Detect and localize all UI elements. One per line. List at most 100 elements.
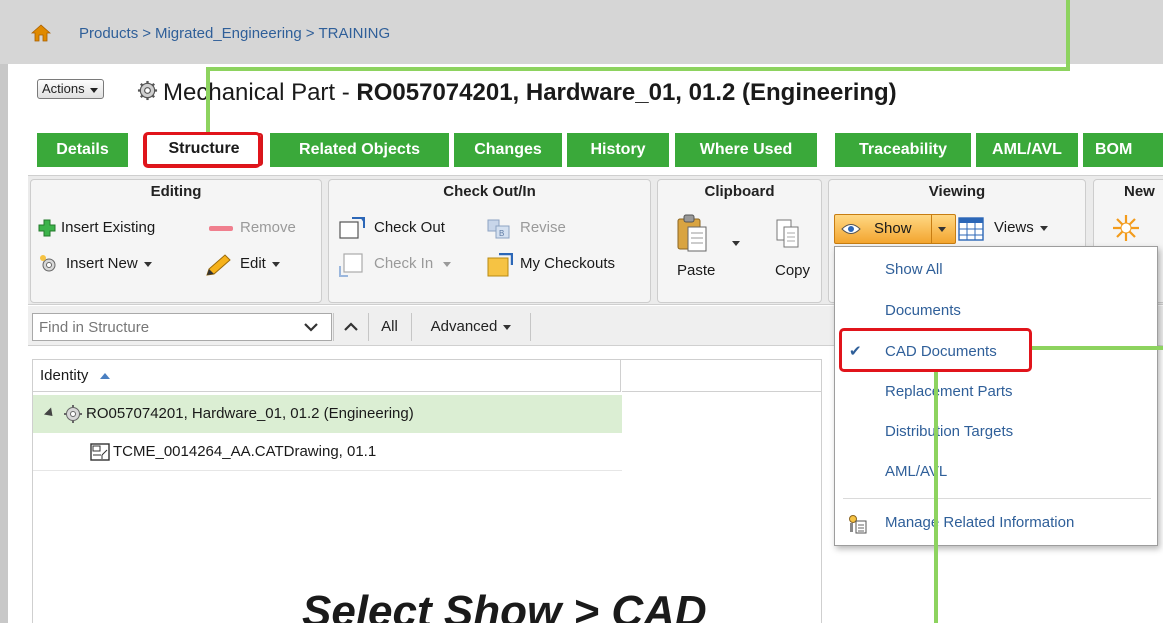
tab-aml-avl[interactable]: AML/AVL [976,133,1078,167]
advanced-button[interactable]: Advanced [411,313,531,341]
table-row[interactable]: TCME_0014264_AA.CATDrawing, 01.1 [33,433,622,471]
remove-button[interactable]: Remove [240,219,296,236]
manage-related-information-label: Manage Related Information [885,514,1075,531]
check-out-in-group: Check Out/In [328,179,651,303]
instruction-caption: Select Show > CAD [302,587,707,623]
eye-icon [841,224,861,234]
revise-icon: B [487,219,510,239]
object-type: Mechanical Part [163,79,336,106]
chevron-down-icon[interactable] [303,322,319,332]
tab-traceability[interactable]: Traceability [835,133,971,167]
paste-button[interactable]: Paste [677,262,715,279]
show-button[interactable]: Show [834,214,956,244]
insert-existing-button[interactable]: Insert Existing [61,219,155,236]
expand-triangle-icon[interactable] [43,407,57,420]
chevron-down-icon[interactable] [732,241,740,246]
gear-new-icon [40,255,56,272]
row-identity: RO057074201, Hardware_01, 01.2 (Engineer… [86,405,414,422]
paste-icon [677,214,707,252]
menu-item-replacement-parts[interactable]: Replacement Parts [835,372,1157,412]
chevron-down-icon [89,88,98,93]
pencil-icon [206,254,231,276]
group-title-checkout: Check Out/In [443,183,536,200]
copy-icon [776,219,799,248]
column-header-identity[interactable]: Identity [33,360,621,392]
check-out-button[interactable]: Check Out [374,219,445,236]
tab-bom[interactable]: BOM [1083,133,1163,167]
home-icon[interactable] [31,24,51,42]
paste-label: Paste [677,262,716,279]
my-checkouts-label: My Checkouts [520,255,616,272]
breadcrumb-separator: > [305,25,315,42]
tab-changes[interactable]: Changes [454,133,562,167]
callout-line [934,372,938,623]
page-title: Mechanical Part - RO057074201, Hardware_… [163,79,897,107]
menu-item-manage-related-information[interactable]: Manage Related Information [835,503,1157,543]
menu-item-show-all[interactable]: Show All [835,250,1157,290]
breadcrumb-item-training[interactable]: TRAINING [319,25,391,42]
tab-details[interactable]: Details [37,133,128,167]
check-in-label: Check In [374,255,434,272]
breadcrumb: Products > Migrated_Engineering > TRAINING [79,25,390,42]
menu-item-documents[interactable]: Documents [835,291,1157,331]
check-in-icon [339,253,363,277]
tab-related-objects[interactable]: Related Objects [270,133,449,167]
group-title-viewing: Viewing [928,183,986,200]
show-label: Show [874,220,912,237]
new-starburst-icon [1113,215,1139,241]
insert-new-label: Insert New [66,255,138,272]
breadcrumb-item-products[interactable]: Products [79,25,138,42]
group-title-clipboard: Clipboard [704,183,775,200]
find-in-structure-input[interactable] [32,313,332,341]
actions-label: Actions [42,81,85,96]
my-checkouts-icon [487,253,513,277]
edit-button[interactable]: Edit [240,255,280,272]
edit-label: Edit [240,255,266,272]
svg-text:B: B [499,229,504,238]
show-dropdown-menu: Show All Documents ✔ CAD Documents Repla… [834,246,1158,546]
gear-icon [137,80,158,101]
menu-item-distribution-targets[interactable]: Distribution Targets [835,412,1157,452]
editing-group: Editing [30,179,322,303]
structure-tab-highlight [143,132,261,168]
views-button[interactable]: Views [994,219,1048,236]
revise-button[interactable]: Revise [520,219,566,236]
actions-button[interactable]: Actions [37,79,104,99]
minus-icon [209,226,233,231]
insert-new-button[interactable]: Insert New [66,255,152,272]
copy-label: Copy [775,262,811,279]
callout-line [1032,346,1163,350]
cad-documents-highlight [839,328,1032,372]
table-row[interactable]: RO057074201, Hardware_01, 01.2 (Engineer… [33,395,622,433]
chevron-down-icon [503,324,512,330]
callout-line [1066,0,1070,70]
check-in-button[interactable]: Check In [374,255,452,272]
gear-icon [64,405,82,423]
revise-label: Revise [520,219,566,236]
chevron-down-icon[interactable] [938,227,946,232]
breadcrumb-item-migrated-engineering[interactable]: Migrated_Engineering [155,25,302,42]
split-separator [931,215,932,243]
all-label: All [381,318,398,335]
title-dash: - [335,79,357,106]
tab-where-used[interactable]: Where Used [675,133,817,167]
chevron-up-icon [344,322,358,331]
previous-match-button[interactable] [333,313,367,341]
chevron-down-icon [1039,225,1048,231]
column-header-empty [622,360,822,392]
breadcrumb-separator: > [142,25,151,42]
sort-ascending-icon [99,373,110,380]
remove-label: Remove [240,219,296,236]
identity-header-label: Identity [40,367,89,384]
row-identity: TCME_0014264_AA.CATDrawing, 01.1 [113,443,377,460]
callout-line [206,67,210,135]
copy-button[interactable]: Copy [775,262,810,279]
all-button[interactable]: All [368,313,410,341]
my-checkouts-button[interactable]: My Checkouts [520,255,615,272]
menu-item-aml-avl[interactable]: AML/AVL [835,452,1157,492]
object-identity: RO057074201, Hardware_01, 01.2 (Engineer… [356,79,897,106]
plus-icon [38,219,56,237]
advanced-label: Advanced [430,318,498,335]
tab-history[interactable]: History [567,133,669,167]
check-out-label: Check Out [374,219,445,236]
